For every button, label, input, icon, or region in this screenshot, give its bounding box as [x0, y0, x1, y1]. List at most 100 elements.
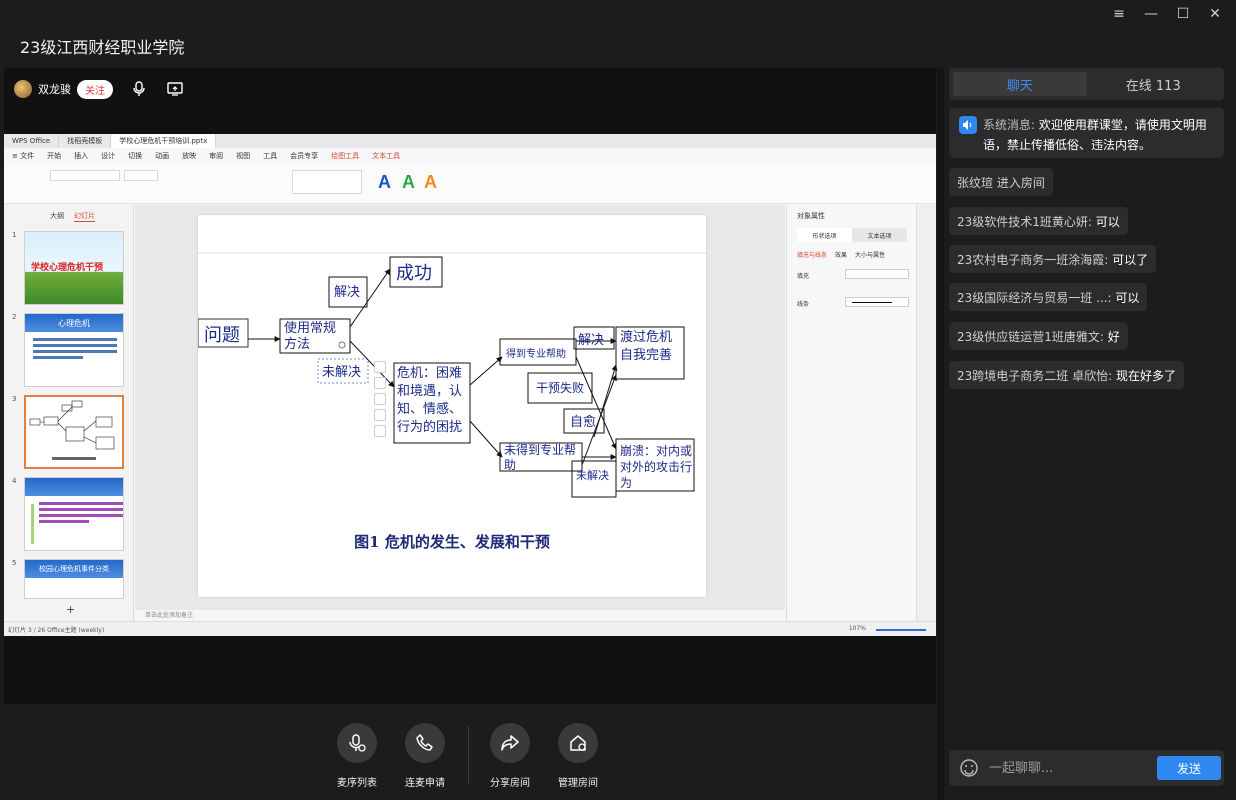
pen-icon[interactable]: [374, 377, 386, 389]
chat-text: 可以: [1115, 290, 1140, 305]
microphone-icon[interactable]: [129, 79, 149, 99]
wps-tab-bar: WPS Office 找稻壳模板 学校心理危机干预培训.pptx: [4, 134, 936, 148]
bottom-toolbar: 麦序列表 连麦申请 分享房间 管理房间: [0, 704, 938, 800]
slide-thumbnail-2[interactable]: 心理危机: [24, 313, 124, 387]
side-tool-strip: [916, 205, 936, 621]
chat-message: 23级供应链运营1班唐雅文: 好: [949, 322, 1128, 350]
chat-text: 可以: [1095, 214, 1120, 229]
chat-message: 张纹瑄 进入房间: [949, 168, 1053, 196]
text-style-blue-icon[interactable]: A: [378, 172, 391, 193]
slide-thumbnail-5[interactable]: 校园心理危机事件分类: [24, 559, 124, 599]
node-self-heal: 自愈: [570, 415, 597, 430]
tab-outline[interactable]: 大纲: [50, 211, 64, 222]
subtab-fill-line[interactable]: 填充与线条: [797, 250, 827, 259]
zoom-slider[interactable]: [876, 629, 926, 631]
tab-text-options[interactable]: 文本选项: [852, 228, 907, 242]
tab-chat[interactable]: 聊天: [953, 72, 1087, 96]
line-row-label: 线条: [797, 301, 810, 308]
slide-thumbnail-1[interactable]: 学校心理危机干预: [24, 231, 124, 305]
close-icon[interactable]: ✕: [1202, 4, 1228, 24]
menu-start[interactable]: 开始: [47, 151, 61, 161]
wps-menu-bar: ≡ 文件 开始 插入 设计 切换 动画 放映 审阅 视图 工具 会员专享 绘图工…: [4, 148, 936, 164]
chat-sender: 23级供应链运营1班唐雅文:: [957, 329, 1104, 344]
menu-icon[interactable]: ≡: [1106, 4, 1132, 24]
screen-share-icon[interactable]: [165, 79, 185, 99]
wps-ribbon: A A A: [4, 164, 936, 204]
layer-icon[interactable]: [374, 361, 386, 373]
mic-list-button[interactable]: 麦序列表: [327, 723, 387, 789]
menu-transition[interactable]: 切换: [128, 151, 142, 161]
notes-area[interactable]: 单击此处添加备注: [135, 610, 785, 621]
menu-file[interactable]: ≡ 文件: [12, 151, 34, 161]
system-message-label: 系统消息:: [983, 118, 1036, 132]
zoom-level[interactable]: 107%: [849, 625, 866, 632]
emoji-icon[interactable]: [959, 758, 979, 778]
fill-icon[interactable]: [374, 393, 386, 405]
maximize-icon[interactable]: ☐: [1170, 4, 1196, 24]
wps-tab-template[interactable]: 找稻壳模板: [59, 134, 112, 148]
font-size-select[interactable]: [124, 170, 158, 181]
chat-message: 23农村电子商务一班涂海霞: 可以了: [949, 245, 1157, 273]
menu-text-tools[interactable]: 文本工具: [372, 151, 400, 161]
more-icon[interactable]: [374, 425, 386, 437]
menu-slideshow[interactable]: 放映: [182, 151, 196, 161]
follow-button[interactable]: 关注: [77, 79, 113, 99]
font-name-select[interactable]: [50, 170, 120, 181]
tab-shape-options[interactable]: 形状选项: [797, 228, 852, 242]
chat-tabs: 聊天 在线 113: [949, 68, 1224, 100]
node-unsolved: 未解决: [322, 365, 362, 380]
speaker-icon: [959, 116, 977, 134]
menu-tools[interactable]: 工具: [263, 151, 277, 161]
menu-insert[interactable]: 插入: [74, 151, 88, 161]
share-room-button[interactable]: 分享房间: [480, 723, 540, 789]
tab-online[interactable]: 在线 113: [1087, 72, 1221, 96]
manage-room-label: 管理房间: [558, 778, 598, 789]
wps-tab-document[interactable]: 学校心理危机干预培训.pptx: [111, 134, 217, 148]
menu-draw-tools[interactable]: 绘图工具: [331, 151, 359, 161]
app-window: 23级江西财经职业学院 ≡ — ☐ ✕ 双龙骏 关注 WPS Office 找稻…: [0, 0, 1236, 800]
menu-member[interactable]: 会员专享: [290, 151, 318, 161]
slide-thumbnail-4[interactable]: [24, 477, 124, 551]
line-select[interactable]: [845, 297, 909, 307]
tab-slides[interactable]: 幻灯片: [74, 211, 95, 222]
minimize-icon[interactable]: —: [1138, 4, 1164, 24]
link-mic-button[interactable]: 连麦申请: [395, 723, 455, 789]
subtab-size[interactable]: 大小与属性: [855, 250, 885, 259]
text-style-green-icon[interactable]: A: [402, 172, 415, 193]
thumbnail-number: 1: [12, 231, 17, 239]
chat-message: 23级国际经济与贸易一班 ...: 可以: [949, 283, 1148, 311]
object-property-panel: 对象属性 形状选项 文本选项 填充与线条 效果 大小与属性 填充 线条: [786, 205, 916, 621]
fill-select[interactable]: [845, 269, 909, 279]
manage-room-button[interactable]: 管理房间: [548, 723, 608, 789]
chat-message: 23级软件技术1班黄心妍: 可以: [949, 207, 1128, 235]
mic-list-label: 麦序列表: [337, 778, 377, 789]
send-button[interactable]: 发送: [1157, 756, 1221, 780]
crop-icon[interactable]: [374, 409, 386, 421]
node-method: 使用常规方法: [284, 321, 337, 352]
host-avatar[interactable]: [14, 80, 32, 98]
thumbnail-decoration: [31, 504, 34, 544]
menu-animation[interactable]: 动画: [155, 151, 169, 161]
add-slide-icon[interactable]: +: [66, 603, 75, 616]
subtab-effect[interactable]: 效果: [835, 250, 847, 259]
phone-icon: [405, 723, 445, 763]
text-style-orange-icon[interactable]: A: [424, 172, 437, 193]
menu-view[interactable]: 视图: [236, 151, 250, 161]
chat-text: 好: [1107, 329, 1120, 344]
chat-sender: 23农村电子商务一班涂海霞:: [957, 252, 1109, 267]
node-unsolved-2: 未解决: [576, 469, 609, 482]
menu-design[interactable]: 设计: [101, 151, 115, 161]
shape-quick-tools: [374, 361, 388, 437]
thumbnail-diagram: [29, 400, 115, 460]
chat-sender: 23跨境电子商务二班 卓欣怡:: [957, 368, 1113, 383]
current-slide[interactable]: 问题 使用常规方法 解决 成功 未解决 危机：困难和境遇，认知、情感、行为的困扰…: [198, 215, 706, 597]
thumbnail-text-lines: [33, 338, 117, 362]
node-no-help: 未得到专业帮助: [504, 443, 577, 472]
text-style-box[interactable]: [292, 170, 362, 194]
mic-list-icon: [337, 723, 377, 763]
chat-input[interactable]: [989, 758, 1139, 778]
system-message-text: 系统消息: 欢迎使用群课堂，请使用文明用语，禁止传播低俗、违法内容。: [983, 115, 1219, 155]
wps-tab-home[interactable]: WPS Office: [4, 134, 60, 148]
slide-thumbnail-3[interactable]: [24, 395, 124, 469]
menu-review[interactable]: 审阅: [209, 151, 223, 161]
